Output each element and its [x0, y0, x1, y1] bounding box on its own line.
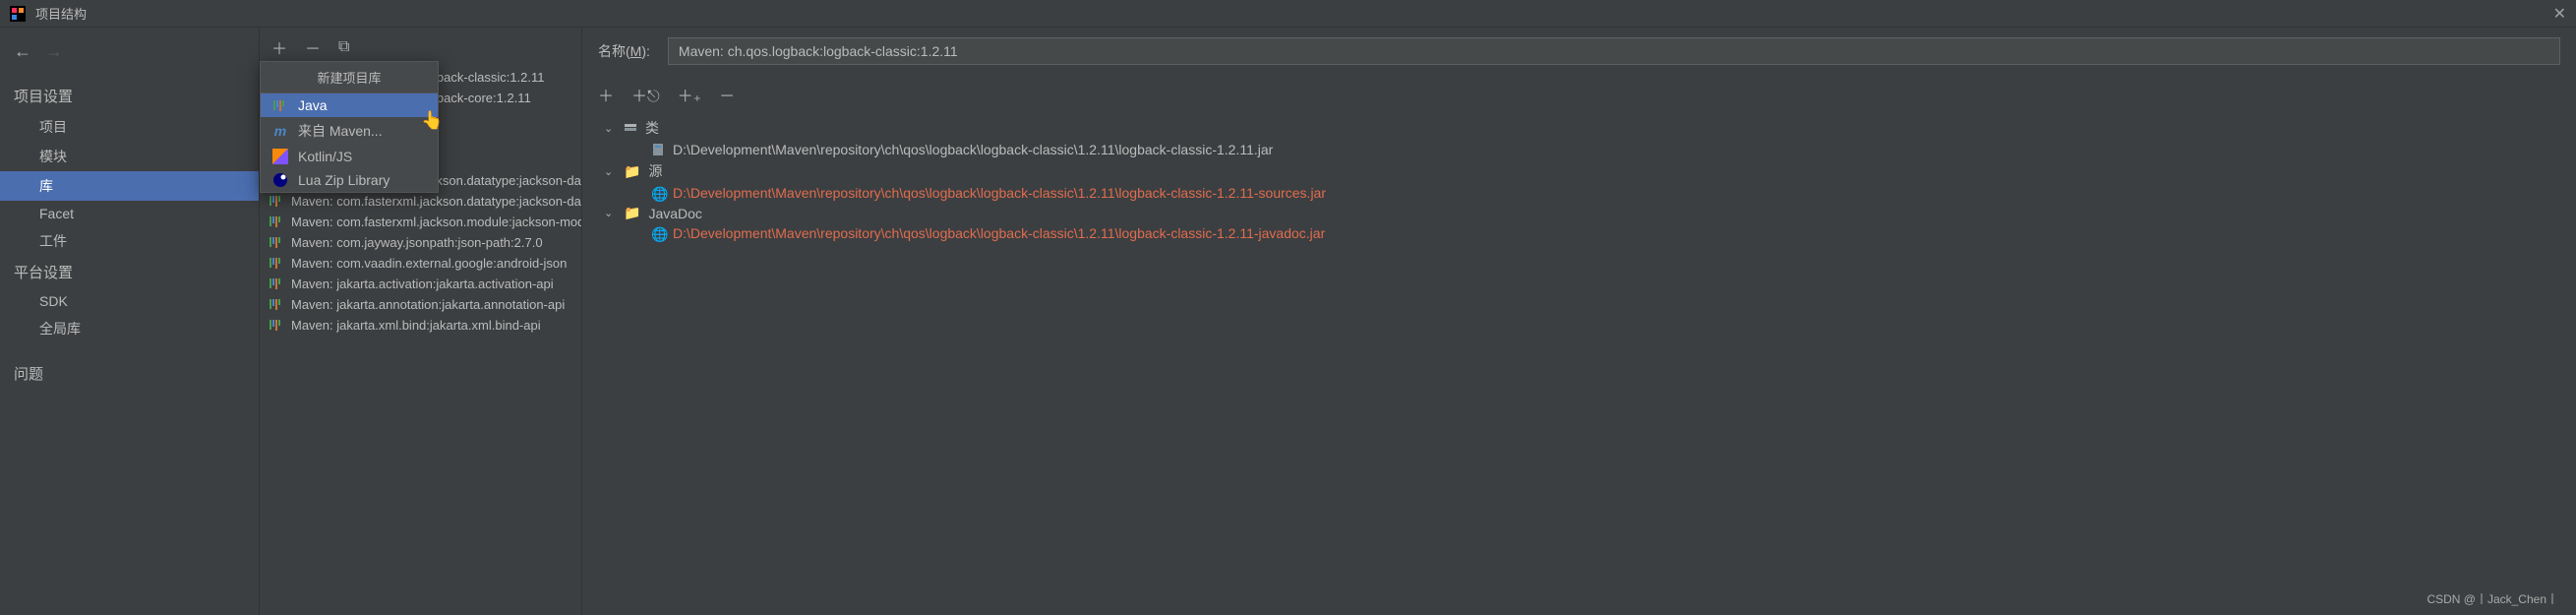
- lua-icon: [272, 172, 288, 188]
- popup-item-kotlin[interactable]: Kotlin/JS: [261, 145, 438, 168]
- tree-node-classes[interactable]: ⌄ 类: [598, 116, 2560, 140]
- library-tree: ⌄ 类 D:\Development\Maven\repository\ch\q…: [598, 116, 2560, 243]
- library-icon: [270, 216, 283, 227]
- chevron-down-icon: ⌄: [604, 207, 616, 219]
- folder-icon: 📁: [624, 163, 640, 180]
- globe-missing-icon: 🌐: [651, 226, 665, 240]
- stack-icon: [624, 121, 637, 135]
- tree-leaf-sources-path[interactable]: 🌐 D:\Development\Maven\repository\ch\qos…: [598, 183, 2560, 203]
- watermark: CSDN @丨Jack_Chen丨: [2426, 590, 2558, 607]
- sidebar-problems[interactable]: 问题: [0, 357, 259, 390]
- popup-item-java[interactable]: Java: [261, 93, 438, 117]
- lib-label: Maven: jakarta.annotation:jakarta.annota…: [291, 297, 565, 312]
- add-icon[interactable]: ＋: [271, 35, 287, 59]
- java-icon: [272, 97, 288, 113]
- tree-path: D:\Development\Maven\repository\ch\qos\l…: [673, 225, 1325, 241]
- sidebar-item-sdk[interactable]: SDK: [0, 288, 259, 314]
- sidebar: ← → 项目设置 项目 模块 库 Facet 工件 平台设置 SDK 全局库 问…: [0, 28, 260, 615]
- tree-path: D:\Development\Maven\repository\ch\qos\l…: [673, 185, 1326, 201]
- popup-item-label: 来自 Maven...: [298, 121, 383, 141]
- new-library-popup: 新建项目库 Java m 来自 Maven... Kotlin/JS Lua Z…: [260, 61, 439, 193]
- tree-leaf-javadoc-path[interactable]: 🌐 D:\Development\Maven\repository\ch\qos…: [598, 223, 2560, 243]
- copy-icon[interactable]: ⧉: [338, 38, 349, 56]
- add-icon[interactable]: ＋: [598, 83, 614, 106]
- close-icon[interactable]: ✕: [2553, 4, 2566, 24]
- remove-icon[interactable]: －: [719, 83, 735, 106]
- popup-item-lua[interactable]: Lua Zip Library: [261, 168, 438, 192]
- maven-icon: m: [272, 123, 288, 139]
- tree-label: JavaDoc: [648, 206, 701, 221]
- section-project-settings: 项目设置: [0, 80, 259, 112]
- app-icon: [10, 6, 26, 22]
- tree-node-javadoc[interactable]: ⌄ 📁 JavaDoc: [598, 203, 2560, 223]
- chevron-down-icon: ⌄: [604, 122, 616, 135]
- list-item[interactable]: Maven: com.jayway.jsonpath:json-path:2.7…: [260, 232, 581, 253]
- list-item[interactable]: Maven: jakarta.activation:jakarta.activa…: [260, 274, 581, 294]
- library-icon: [270, 278, 283, 289]
- detail-panel: 名称(M): ＋ ＋⎋ ＋₊ － ⌄ 类 D:\Development\Mave…: [582, 28, 2576, 615]
- remove-icon[interactable]: －: [305, 35, 321, 59]
- add-url-icon[interactable]: ＋⎋: [631, 83, 660, 106]
- lib-label: Maven: com.vaadin.external.google:androi…: [291, 256, 567, 271]
- globe-missing-icon: 🌐: [651, 186, 665, 200]
- titlebar: 项目结构 ✕: [0, 0, 2576, 28]
- folder-icon: 📁: [624, 205, 640, 221]
- popup-item-label: Kotlin/JS: [298, 149, 352, 164]
- sidebar-item-library[interactable]: 库: [0, 171, 259, 201]
- popup-item-maven[interactable]: m 来自 Maven...: [261, 117, 438, 145]
- list-item[interactable]: Maven: jakarta.xml.bind:jakarta.xml.bind…: [260, 315, 581, 336]
- add-folder-icon[interactable]: ＋₊: [678, 83, 701, 106]
- lib-label: Maven: jakarta.activation:jakarta.activa…: [291, 277, 554, 291]
- tree-path: D:\Development\Maven\repository\ch\qos\l…: [673, 142, 1273, 157]
- jar-icon: [651, 143, 665, 156]
- library-icon: [270, 320, 283, 331]
- window-title: 项目结构: [35, 4, 87, 23]
- list-item[interactable]: Maven: com.fasterxml.jackson.datatype:ja…: [260, 191, 581, 212]
- list-item[interactable]: Maven: com.vaadin.external.google:androi…: [260, 253, 581, 274]
- lib-label: Maven: com.jayway.jsonpath:json-path:2.7…: [291, 235, 543, 250]
- section-platform-settings: 平台设置: [0, 256, 259, 288]
- sidebar-item-global-lib[interactable]: 全局库: [0, 314, 259, 343]
- popup-title: 新建项目库: [261, 62, 438, 93]
- kotlin-icon: [272, 149, 288, 164]
- tree-leaf-classes-path[interactable]: D:\Development\Maven\repository\ch\qos\l…: [598, 140, 2560, 159]
- popup-item-label: Lua Zip Library: [298, 172, 389, 188]
- back-icon[interactable]: ←: [14, 41, 31, 62]
- detail-toolbar: ＋ ＋⎋ ＋₊ －: [598, 79, 2560, 116]
- lib-label: Maven: jakarta.xml.bind:jakarta.xml.bind…: [291, 318, 541, 333]
- popup-item-label: Java: [298, 97, 328, 113]
- library-icon: [270, 258, 283, 269]
- sidebar-item-project[interactable]: 项目: [0, 112, 259, 142]
- library-icon: [270, 299, 283, 310]
- sidebar-item-module[interactable]: 模块: [0, 142, 259, 171]
- tree-label: 类: [645, 118, 659, 138]
- library-panel: ＋ － ⧉ 新建项目库 Java m 来自 Maven... Kotlin/JS…: [260, 28, 582, 615]
- tree-node-sources[interactable]: ⌄ 📁 源: [598, 159, 2560, 183]
- tree-label: 源: [648, 161, 662, 181]
- sidebar-item-artifact[interactable]: 工件: [0, 226, 259, 256]
- sidebar-item-facet[interactable]: Facet: [0, 201, 259, 226]
- library-icon: [270, 237, 283, 248]
- name-label: 名称(M):: [598, 41, 650, 61]
- name-input[interactable]: [668, 37, 2560, 65]
- list-item[interactable]: Maven: com.fasterxml.jackson.module:jack…: [260, 212, 581, 232]
- lib-label: Maven: com.fasterxml.jackson.module:jack…: [291, 215, 581, 229]
- chevron-down-icon: ⌄: [604, 165, 616, 178]
- forward-icon[interactable]: →: [45, 41, 63, 62]
- lib-label: Maven: com.fasterxml.jackson.datatype:ja…: [291, 194, 581, 209]
- list-item[interactable]: Maven: jakarta.annotation:jakarta.annota…: [260, 294, 581, 315]
- library-icon: [270, 196, 283, 207]
